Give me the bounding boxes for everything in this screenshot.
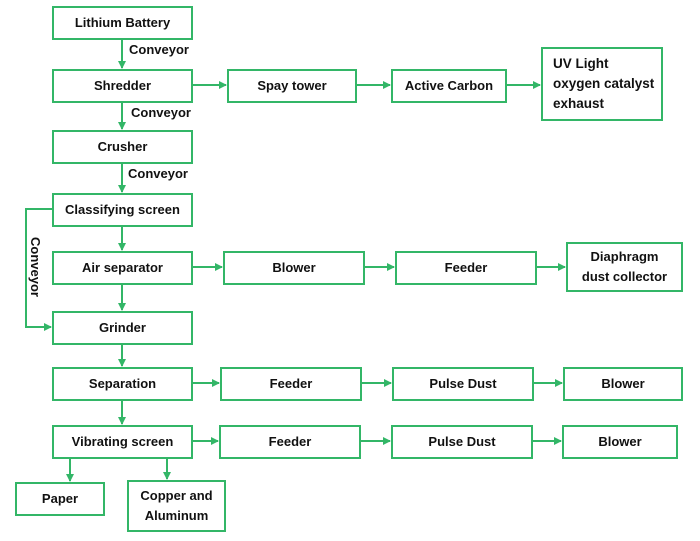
node-active-carbon: Active Carbon [391, 69, 507, 103]
node-vibrating-blower: Blower [562, 425, 678, 459]
node-label: Crusher [97, 139, 148, 154]
edge-label-conveyor: Conveyor [131, 105, 191, 120]
node-label: Separation [88, 376, 157, 391]
node-separation-feeder: Feeder [220, 367, 362, 401]
node-spay-tower: Spay tower [227, 69, 357, 103]
node-label: Pulse Dust [428, 434, 496, 449]
edge-label-conveyor: Conveyor [129, 42, 189, 57]
node-label: Blower [601, 376, 645, 391]
node-label: Paper [41, 491, 79, 506]
node-vibrating-pulse-dust: Pulse Dust [391, 425, 533, 459]
node-copper-aluminum: Copper and Aluminum [127, 480, 226, 532]
node-label: Vibrating screen [71, 434, 174, 449]
node-label: Diaphragm dust collector [581, 249, 668, 284]
node-classifying-screen: Classifying screen [52, 193, 193, 227]
node-label: Copper and Aluminum [140, 488, 213, 523]
node-lithium-battery: Lithium Battery [52, 6, 193, 40]
node-separation-blower: Blower [563, 367, 683, 401]
node-label: Active Carbon [404, 78, 494, 93]
node-separation-pulse-dust: Pulse Dust [392, 367, 534, 401]
node-shredder: Shredder [52, 69, 193, 103]
node-label: Pulse Dust [429, 376, 497, 391]
node-uv-light: UV Light oxygen catalyst exhaust [541, 47, 663, 121]
node-label: Spay tower [257, 78, 327, 93]
node-paper: Paper [15, 482, 105, 516]
node-label: Lithium Battery [74, 15, 171, 30]
edge-label-conveyor: Conveyor [128, 166, 188, 181]
node-label: Feeder [268, 434, 312, 449]
node-label: Feeder [444, 260, 488, 275]
node-air-separator: Air separator [52, 251, 193, 285]
node-label: Classifying screen [65, 202, 180, 217]
node-vibrating-screen: Vibrating screen [52, 425, 193, 459]
node-label: Blower [598, 434, 642, 449]
node-label: Shredder [93, 78, 152, 93]
edge-label-conveyor-vertical: Conveyor [28, 237, 43, 297]
node-label: Grinder [99, 320, 146, 335]
node-label: UV Light oxygen catalyst exhaust [553, 56, 655, 111]
node-diaphragm-dust-collector: Diaphragm dust collector [566, 242, 683, 292]
node-label: Blower [272, 260, 316, 275]
node-separation: Separation [52, 367, 193, 401]
node-label: Air separator [82, 260, 163, 275]
node-grinder: Grinder [52, 311, 193, 345]
node-air-blower: Blower [223, 251, 365, 285]
node-crusher: Crusher [52, 130, 193, 164]
node-air-feeder: Feeder [395, 251, 537, 285]
node-label: Feeder [269, 376, 313, 391]
node-vibrating-feeder: Feeder [219, 425, 361, 459]
